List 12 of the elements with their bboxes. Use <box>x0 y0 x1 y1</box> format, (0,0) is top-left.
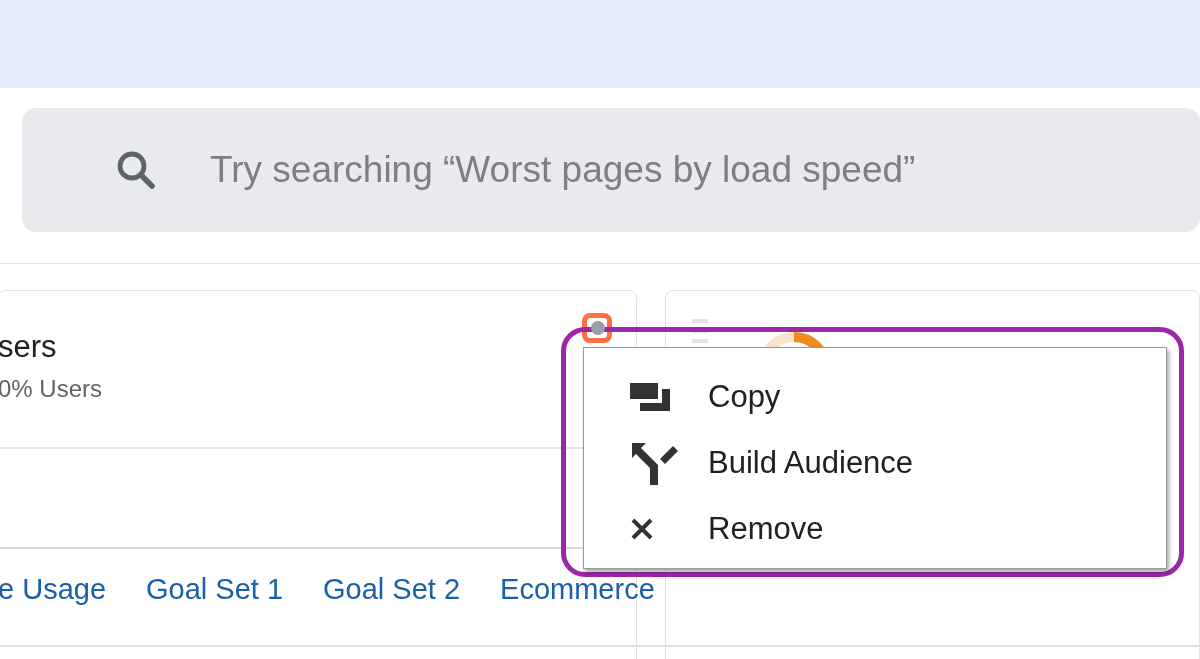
search-bar[interactable]: Try searching “Worst pages by load speed” <box>22 108 1200 232</box>
drag-handle-icon[interactable] <box>692 319 708 343</box>
menu-item[interactable]: Copy <box>584 364 1166 430</box>
menu-item[interactable]: Build Audience <box>584 430 1166 496</box>
tab-link[interactable]: Goal Set 2 <box>323 573 461 606</box>
menu-item[interactable]: Remove <box>584 496 1166 562</box>
close-icon <box>630 517 654 541</box>
tab-link[interactable]: e Usage <box>0 573 106 606</box>
tab-link[interactable]: Ecommerce <box>500 573 655 606</box>
tab-link[interactable]: Goal Set 1 <box>146 573 284 606</box>
search-field[interactable]: Try searching “Worst pages by load speed” <box>208 148 1112 192</box>
copy-icon <box>630 383 670 411</box>
